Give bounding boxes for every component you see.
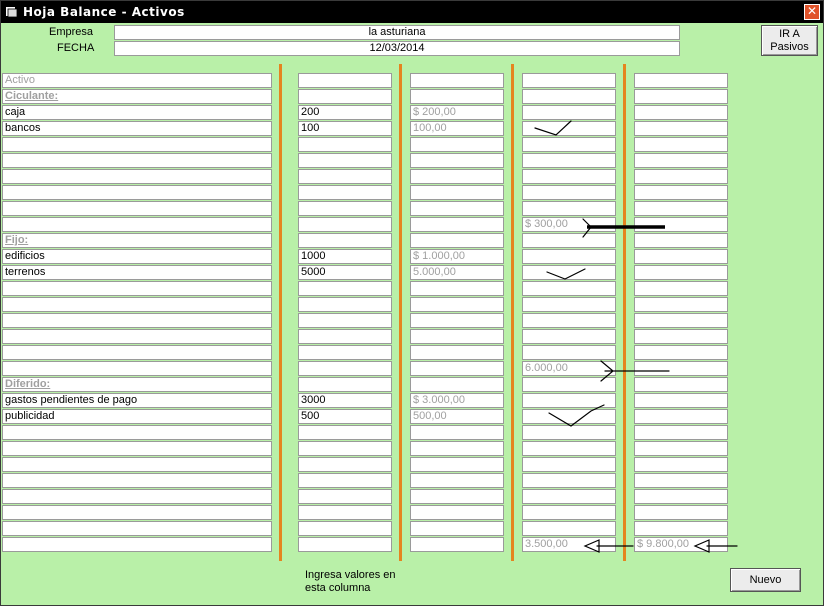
balance-window: Hoja Balance - Activos ✕ Empresa FECHA l… — [0, 0, 824, 606]
handwritten-annotations — [534, 120, 738, 553]
footer-hint-line2: esta columna — [305, 582, 371, 594]
checkmark-icon — [534, 120, 572, 136]
arrow-icon — [600, 360, 670, 382]
arrow-icon — [583, 539, 634, 553]
checkmark-icon — [546, 268, 586, 280]
checkmark-icon — [548, 404, 605, 427]
arrow-icon — [693, 539, 738, 553]
footer-hint: Ingresa valores en esta columna — [305, 569, 396, 595]
footer-hint-line1: Ingresa valores en — [305, 569, 396, 581]
nuevo-button[interactable]: Nuevo — [730, 568, 801, 592]
